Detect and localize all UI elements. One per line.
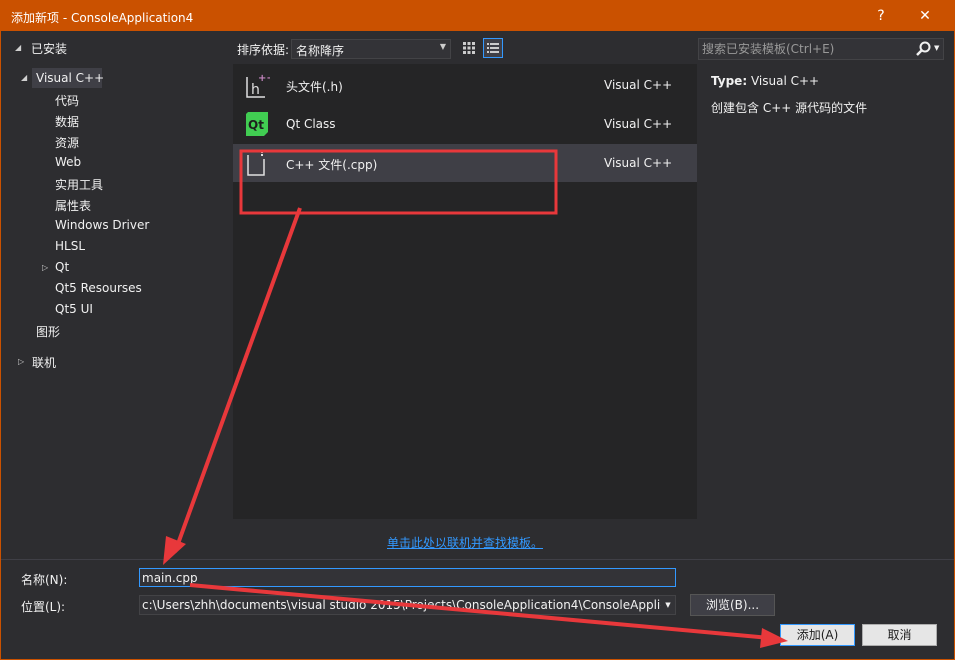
template-row-qt-class[interactable]: Qt Qt Class Visual C++ (233, 105, 697, 143)
tree-item-data[interactable]: 数据 (55, 113, 79, 130)
collapsed-triangle-icon[interactable]: ▷ (42, 263, 48, 272)
browse-button[interactable]: 浏览(B)... (690, 594, 775, 616)
divider (1, 559, 954, 560)
expand-triangle-icon[interactable]: ◢ (15, 43, 21, 52)
help-button[interactable]: ? (867, 4, 895, 28)
tree-item-qt5-ui[interactable]: Qt5 UI (55, 302, 93, 316)
sort-label: 排序依据: (237, 43, 290, 57)
tree-item-web[interactable]: Web (55, 155, 81, 169)
online-templates-link[interactable]: 单击此处以联机并查找模板。 (387, 534, 543, 551)
expand-triangle-icon[interactable]: ◢ (21, 73, 27, 82)
cpp-file-icon (247, 150, 265, 176)
chevron-down-icon[interactable]: ▼ (934, 44, 939, 52)
tree-item-resources[interactable]: 资源 (55, 134, 79, 151)
template-type: Visual C++ (604, 78, 673, 92)
add-button[interactable]: 添加(A) (780, 624, 855, 646)
tree-item-qt5-resources[interactable]: Qt5 Resourses (55, 281, 142, 295)
cancel-button[interactable]: 取消 (862, 624, 937, 646)
location-value: c:\Users\zhh\documents\visual studio 201… (142, 598, 675, 612)
search-box[interactable]: ▼ (698, 38, 944, 60)
add-new-item-dialog: 添加新项 - ConsoleApplication4 ? ✕ ◢ 已安装 ◢ V… (0, 0, 955, 660)
template-name: Qt Class (286, 117, 336, 131)
chevron-down-icon: ▼ (439, 42, 446, 51)
template-row-cpp-file[interactable]: C++ 文件(.cpp) Visual C++ (233, 144, 697, 182)
sort-value: 名称降序 (296, 44, 345, 58)
template-type: Visual C++ (604, 156, 673, 170)
detail-type-label: Type: (711, 74, 748, 88)
template-name: C++ 文件(.cpp) (286, 158, 378, 172)
svg-text:h: h (251, 82, 260, 98)
tree-item-visual-cpp[interactable]: Visual C++ (36, 71, 104, 85)
tree-item-windows-driver[interactable]: Windows Driver (55, 218, 149, 232)
qt-icon: Qt (246, 112, 268, 136)
sort-dropdown[interactable]: 名称降序 ▼ (291, 39, 451, 59)
tree-item-graphics[interactable]: 图形 (36, 323, 60, 340)
tree-item-utility[interactable]: 实用工具 (55, 176, 103, 193)
location-dropdown[interactable]: c:\Users\zhh\documents\visual studio 201… (139, 595, 676, 615)
location-label: 位置(L): (21, 600, 66, 614)
name-label: 名称(N): (21, 573, 68, 587)
title-bar: 添加新项 - ConsoleApplication4 ? ✕ (1, 1, 954, 31)
tree-header-installed[interactable]: 已安装 (31, 40, 67, 57)
collapsed-triangle-icon[interactable]: ▷ (18, 357, 24, 366)
search-icon[interactable] (915, 41, 933, 57)
list-view-icon (487, 43, 499, 53)
header-file-icon: h ++ (246, 73, 270, 98)
detail-type-value: Visual C++ (750, 74, 820, 88)
template-name: 头文件(.h) (286, 80, 343, 94)
category-tree: ◢ 已安装 ◢ Visual C++ 代码 数据 资源 Web 实用工具 属性表… (1, 31, 229, 561)
detail-description: 创建包含 C++ 源代码的文件 (711, 101, 868, 115)
list-view-button[interactable] (483, 38, 503, 58)
tree-item-property-sheets[interactable]: 属性表 (55, 197, 91, 214)
svg-text:Qt: Qt (248, 118, 264, 132)
chevron-down-icon: ▼ (661, 596, 675, 614)
tree-item-online[interactable]: 联机 (32, 354, 56, 371)
tree-item-hlsl[interactable]: HLSL (55, 239, 85, 253)
tree-item-code[interactable]: 代码 (55, 92, 79, 109)
name-field[interactable] (139, 568, 676, 587)
grid-view-button[interactable] (459, 38, 479, 58)
template-type: Visual C++ (604, 117, 673, 131)
svg-text:++: ++ (258, 73, 270, 84)
tree-item-qt[interactable]: Qt (55, 260, 69, 274)
template-list: h ++ 头文件(.h) Visual C++ Qt Qt Class Visu… (233, 64, 697, 519)
grid-view-icon (463, 42, 475, 54)
close-button[interactable]: ✕ (911, 4, 939, 28)
window-title: 添加新项 - ConsoleApplication4 (11, 11, 194, 25)
search-input[interactable] (702, 41, 907, 57)
template-row-header-file[interactable]: h ++ 头文件(.h) Visual C++ (233, 66, 697, 104)
detail-type: Type: Visual C++ (711, 74, 819, 88)
